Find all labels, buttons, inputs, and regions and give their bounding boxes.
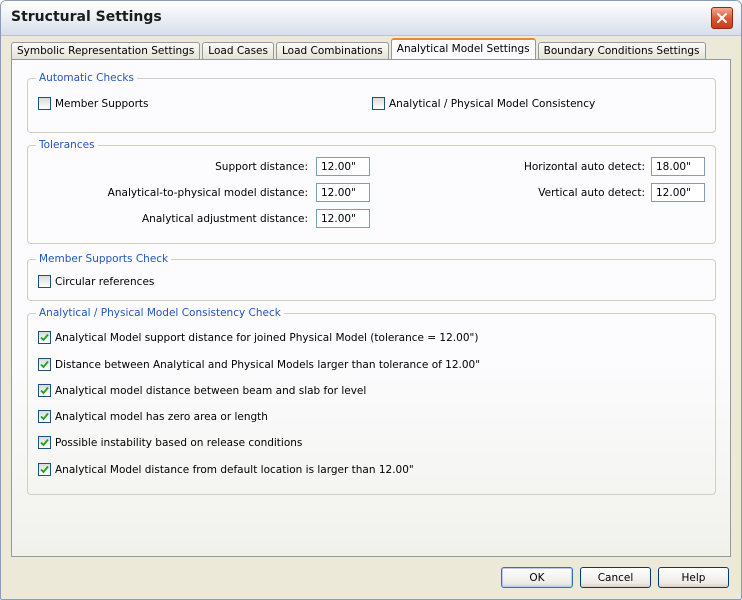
checkbox-box[interactable] <box>38 410 51 423</box>
tab-strip: Symbolic Representation Settings Load Ca… <box>11 38 708 59</box>
window-title: Structural Settings <box>11 9 162 25</box>
consistency-check-item-support-distance[interactable]: Analytical Model support distance for jo… <box>38 331 478 344</box>
checkbox-box[interactable] <box>372 97 385 110</box>
checkbox-box[interactable] <box>38 275 51 288</box>
ok-button[interactable]: OK <box>501 567 573 588</box>
checkbox-label: Analytical / Physical Model Consistency <box>389 97 596 110</box>
consistency-check-item-tolerance[interactable]: Distance between Analytical and Physical… <box>38 358 480 371</box>
tolerances-group: Tolerances Support distance: 12.00" Anal… <box>27 139 716 244</box>
consistency-check-item-instability[interactable]: Possible instability based on release co… <box>38 436 302 449</box>
checkbox-box[interactable] <box>38 436 51 449</box>
analytical-to-physical-distance-label: Analytical-to-physical model distance: <box>107 187 308 199</box>
support-distance-input[interactable]: 12.00" <box>316 157 370 176</box>
member-supports-check-group: Member Supports Check Circular reference… <box>27 253 716 301</box>
analytical-adjustment-distance-input[interactable]: 12.00" <box>316 209 370 228</box>
consistency-check-item-beam-slab[interactable]: Analytical model distance between beam a… <box>38 384 366 397</box>
group-title-member-supports-check: Member Supports Check <box>36 253 172 266</box>
structural-settings-dialog: Structural Settings Symbolic Representat… <box>0 0 742 600</box>
analytical-to-physical-distance-input[interactable]: 12.00" <box>316 183 370 202</box>
tab-analytical-model-settings[interactable]: Analytical Model Settings <box>390 38 536 59</box>
close-icon <box>717 13 727 23</box>
group-title-tolerances: Tolerances <box>36 139 98 152</box>
checkbox-label: Analytical model distance between beam a… <box>55 384 367 397</box>
vertical-auto-detect-input[interactable]: 12.00" <box>651 183 705 202</box>
checkmark-icon <box>40 438 49 447</box>
tab-symbolic-representation-settings[interactable]: Symbolic Representation Settings <box>11 42 201 59</box>
checkbox-label: Analytical Model distance from default l… <box>55 463 414 476</box>
checkmark-icon <box>40 465 49 474</box>
help-button[interactable]: Help <box>658 567 729 588</box>
automatic-checks-group: Automatic Checks Member Supports Analyti… <box>27 72 716 133</box>
checkmark-icon <box>40 386 49 395</box>
checkbox-box[interactable] <box>38 331 51 344</box>
consistency-check-group: Analytical / Physical Model Consistency … <box>27 307 716 495</box>
checkbox-label: Circular references <box>55 275 155 288</box>
checkbox-label: Member Supports <box>55 97 149 110</box>
checkmark-icon <box>40 333 49 342</box>
checkbox-label: Analytical Model support distance for jo… <box>55 331 479 344</box>
horizontal-auto-detect-label: Horizontal auto detect: <box>523 161 645 173</box>
checkbox-label: Analytical model has zero area or length <box>55 410 268 423</box>
member-supports-checkbox[interactable]: Member Supports <box>38 97 149 110</box>
model-consistency-checkbox[interactable]: Analytical / Physical Model Consistency <box>372 97 595 110</box>
vertical-auto-detect-label: Vertical auto detect: <box>538 187 645 199</box>
tab-boundary-conditions-settings[interactable]: Boundary Conditions Settings <box>537 42 706 59</box>
consistency-check-item-default-location[interactable]: Analytical Model distance from default l… <box>38 463 414 476</box>
group-title-consistency-check: Analytical / Physical Model Consistency … <box>36 307 284 320</box>
support-distance-label: Support distance: <box>215 161 308 173</box>
tab-load-combinations[interactable]: Load Combinations <box>276 42 389 59</box>
title-bar: Structural Settings <box>1 1 741 36</box>
analytical-adjustment-distance-label: Analytical adjustment distance: <box>142 213 308 225</box>
checkbox-box[interactable] <box>38 358 51 371</box>
group-title-automatic-checks: Automatic Checks <box>36 72 137 85</box>
checkmark-icon <box>40 360 49 369</box>
horizontal-auto-detect-input[interactable]: 18.00" <box>651 157 705 176</box>
tab-load-cases[interactable]: Load Cases <box>202 42 274 59</box>
checkmark-icon <box>40 412 49 421</box>
tab-panel: Automatic Checks Member Supports Analyti… <box>11 59 731 557</box>
checkbox-box[interactable] <box>38 463 51 476</box>
cancel-button[interactable]: Cancel <box>580 567 651 588</box>
checkbox-box[interactable] <box>38 384 51 397</box>
checkbox-label: Possible instability based on release co… <box>55 436 303 449</box>
checkbox-box[interactable] <box>38 97 51 110</box>
consistency-check-item-zero-area[interactable]: Analytical model has zero area or length <box>38 410 268 423</box>
checkbox-label: Distance between Analytical and Physical… <box>55 358 481 371</box>
close-button[interactable] <box>711 7 733 29</box>
circular-references-checkbox[interactable]: Circular references <box>38 275 154 288</box>
